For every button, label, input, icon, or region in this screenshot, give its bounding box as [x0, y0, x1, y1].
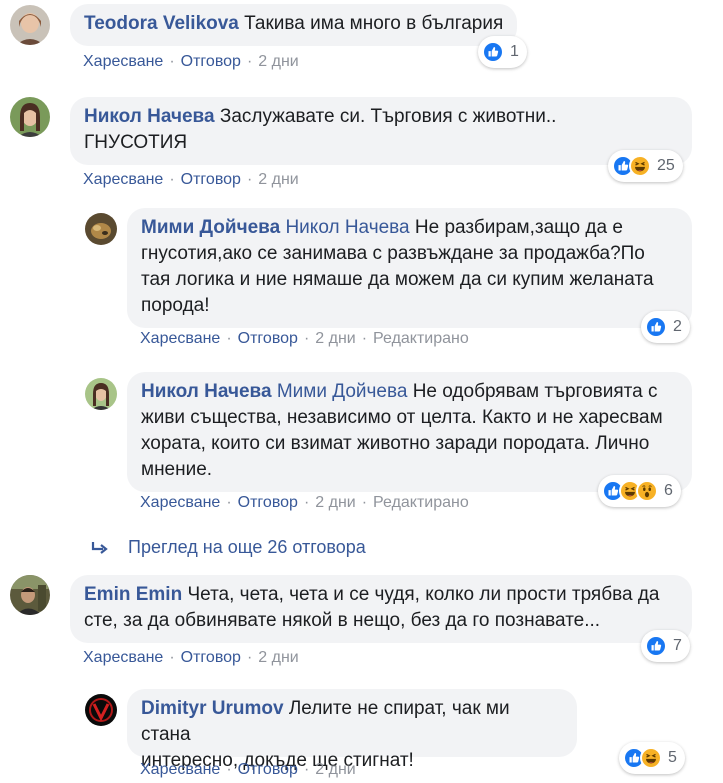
- like-link[interactable]: Харесване: [83, 53, 163, 70]
- reply-link[interactable]: Отговор: [238, 330, 298, 347]
- reply-bubble: Dimityr Urumov Лелите не спират, чак ми …: [127, 689, 577, 771]
- comment-actions: Харесване · Отговор · 2 дни: [83, 52, 299, 72]
- separator: ·: [226, 761, 232, 778]
- edited-label[interactable]: Редактирано: [373, 330, 469, 347]
- timestamp[interactable]: 2 дни: [315, 494, 355, 511]
- comment-author[interactable]: Мими Дойчева: [141, 217, 280, 238]
- comment-text: Такива има много в българия: [244, 13, 504, 34]
- separator: ·: [361, 330, 368, 347]
- comment-bubble: Teodora Velikova Такива има много в бълг…: [70, 4, 518, 46]
- timestamp[interactable]: 2 дни: [258, 171, 298, 188]
- mention-link[interactable]: Мими Дойчева: [277, 381, 408, 402]
- avatar[interactable]: [10, 5, 50, 45]
- separator: ·: [169, 53, 175, 70]
- reaction-count: 1: [510, 43, 519, 60]
- reactions-badge[interactable]: 6: [598, 475, 681, 507]
- separator: ·: [361, 494, 368, 511]
- comment-text: Чета, чета, чета и се чудя, колко ли про…: [187, 584, 660, 605]
- comment-actions: Харесване · Отговор · 2 дни: [83, 648, 299, 668]
- separator: ·: [246, 53, 253, 70]
- like-link[interactable]: Харесване: [140, 330, 220, 347]
- reply-arrow-icon: [91, 541, 108, 554]
- reply-link[interactable]: Отговор: [238, 761, 298, 778]
- avatar[interactable]: [10, 97, 50, 137]
- comment-actions: Харесване · Отговор · 2 дни · Редактирано: [140, 493, 469, 513]
- comment-text: хората, които си взимат животно заради п…: [141, 433, 650, 454]
- reply-link[interactable]: Отговор: [238, 494, 298, 511]
- separator: ·: [169, 171, 175, 188]
- reactions-badge[interactable]: 7: [641, 630, 690, 662]
- comment-bubble: Никол Начева Заслужавате си. Търговия с …: [70, 97, 692, 165]
- reply-bubble: Мими Дойчева Никол Начева Не разбирам,за…: [127, 208, 692, 328]
- avatar[interactable]: [10, 575, 50, 615]
- comment-text: Заслужавате си. Търговия с животни..: [219, 106, 557, 127]
- comment-text: сте, за да обвинявате някой в нещо, без …: [84, 610, 601, 631]
- comment-text: живи същества, независимо от целта. Какт…: [141, 407, 663, 428]
- comment-author[interactable]: Dimityr Urumov: [141, 698, 284, 719]
- reactions-badge[interactable]: 5: [619, 742, 685, 774]
- reaction-count: 25: [657, 157, 675, 174]
- comment-author[interactable]: Teodora Velikova: [84, 13, 239, 34]
- haha-icon: [640, 747, 662, 769]
- comment-text: Не одобрявам търговията с: [412, 381, 658, 402]
- comment-author[interactable]: Никол Начева: [141, 381, 272, 402]
- like-icon: [645, 635, 667, 657]
- like-link[interactable]: Харесване: [83, 649, 163, 666]
- separator: ·: [246, 649, 253, 666]
- timestamp[interactable]: 2 дни: [315, 330, 355, 347]
- like-link[interactable]: Харесване: [140, 494, 220, 511]
- timestamp[interactable]: 2 дни: [315, 761, 355, 778]
- separator: ·: [303, 494, 310, 511]
- separator: ·: [226, 494, 232, 511]
- mention-link[interactable]: Никол Начева: [285, 217, 409, 238]
- reply-link[interactable]: Отговор: [181, 171, 241, 188]
- view-more-replies-label[interactable]: Преглед на още 26 отговора: [128, 537, 366, 558]
- edited-label[interactable]: Редактирано: [373, 494, 469, 511]
- timestamp[interactable]: 2 дни: [258, 649, 298, 666]
- comment-actions: Харесване · Отговор · 2 дни: [140, 760, 356, 780]
- comment-text: тая логика и ние нямаше да можем да си к…: [141, 269, 654, 290]
- separator: ·: [226, 330, 232, 347]
- reply-bubble: Никол Начева Мими Дойчева Не одобрявам т…: [127, 372, 692, 492]
- reaction-count: 7: [673, 637, 682, 654]
- separator: ·: [303, 761, 310, 778]
- comment-text: мнение.: [141, 459, 213, 480]
- timestamp[interactable]: 2 дни: [258, 53, 298, 70]
- reaction-count: 5: [668, 749, 677, 766]
- comment-bubble: Emin Emin Чета, чета, чета и се чудя, ко…: [70, 575, 692, 643]
- like-link[interactable]: Харесване: [140, 761, 220, 778]
- avatar[interactable]: [85, 694, 117, 726]
- separator: ·: [169, 649, 175, 666]
- view-more-replies-link[interactable]: Преглед на още 26 отговора: [90, 537, 366, 558]
- avatar[interactable]: [85, 213, 117, 245]
- separator: ·: [303, 330, 310, 347]
- comment-text: ГНУСОТИЯ: [84, 132, 188, 153]
- reply-link[interactable]: Отговор: [181, 53, 241, 70]
- comment-text: Не разбирам,защо да е: [414, 217, 623, 238]
- like-icon: [645, 316, 667, 338]
- like-icon: [482, 41, 504, 63]
- haha-icon: [629, 155, 651, 177]
- comment-author[interactable]: Emin Emin: [84, 584, 182, 605]
- reply-link[interactable]: Отговор: [181, 649, 241, 666]
- wow-icon: [636, 480, 658, 502]
- comment-author[interactable]: Никол Начева: [84, 106, 215, 127]
- like-link[interactable]: Харесване: [83, 171, 163, 188]
- reactions-badge[interactable]: 1: [478, 36, 527, 68]
- reaction-count: 6: [664, 482, 673, 499]
- reaction-count: 2: [673, 318, 682, 335]
- reactions-badge[interactable]: 2: [641, 311, 690, 343]
- comment-text: гнусотия,ако се занимава с развъждане за…: [141, 243, 645, 264]
- comment-actions: Харесване · Отговор · 2 дни · Редактирано: [140, 329, 469, 349]
- reactions-badge[interactable]: 25: [608, 150, 683, 182]
- separator: ·: [246, 171, 253, 188]
- comment-actions: Харесване · Отговор · 2 дни: [83, 170, 299, 190]
- comment-text: порода!: [141, 295, 210, 316]
- avatar[interactable]: [85, 378, 117, 410]
